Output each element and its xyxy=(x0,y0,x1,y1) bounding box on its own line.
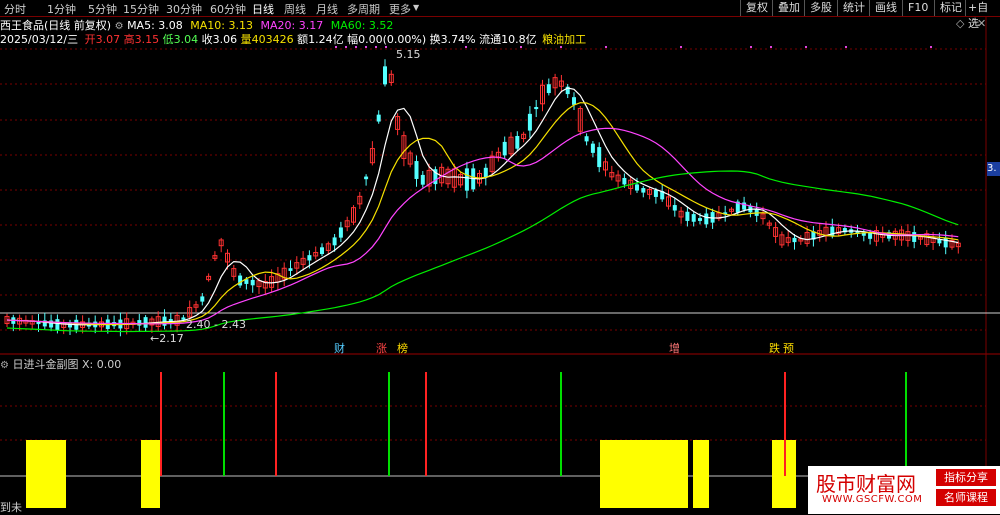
candle-down xyxy=(742,202,747,210)
ma20-line xyxy=(6,127,959,325)
event-dot xyxy=(355,46,357,48)
event-cai[interactable]: 财 xyxy=(334,340,345,356)
candle-down xyxy=(672,205,677,211)
candle-down xyxy=(338,227,343,238)
candle-down xyxy=(376,114,381,122)
candle-down xyxy=(698,218,702,221)
candle-down xyxy=(792,237,797,243)
logo-badge-indicator: 指标分享 xyxy=(936,469,996,486)
candle-down xyxy=(181,317,186,320)
event-dot xyxy=(770,46,772,48)
candle-down xyxy=(515,135,520,149)
candle-down xyxy=(288,268,293,271)
event-dot xyxy=(335,46,337,48)
min-price-label: ←2.17 xyxy=(150,332,184,345)
event-dot xyxy=(605,46,607,48)
logo-badge-course: 名师课程 xyxy=(936,489,996,506)
signal-block xyxy=(600,440,688,508)
sub-chart-header: ⚙ 日进斗金副图 X: 0.00 xyxy=(0,356,121,372)
event-bang[interactable]: 榜 xyxy=(397,340,408,356)
candles xyxy=(4,59,961,337)
event-zeng[interactable]: 增 xyxy=(669,340,680,356)
candle-down xyxy=(200,296,205,302)
candle-down xyxy=(420,174,425,185)
candle-down xyxy=(483,167,488,178)
event-dot xyxy=(520,46,522,48)
logo-text: 股市财富网 xyxy=(816,472,916,496)
candle-down xyxy=(143,317,148,328)
candle-down xyxy=(464,168,469,191)
event-dot xyxy=(385,46,387,48)
kline-chart[interactable]: 5.15 ←2.17 2.40 - 2.43 xyxy=(0,0,1000,514)
candle-down xyxy=(414,161,419,179)
event-dots xyxy=(335,46,932,48)
candle-down xyxy=(622,177,627,185)
candle-down xyxy=(162,316,167,326)
ma10-line xyxy=(6,102,959,326)
chart-grid xyxy=(0,17,1000,514)
price-axis-tag: 3. xyxy=(987,162,1000,176)
watermark-logo: 股市财富网 WWW.GSCFW.COM 指标分享 名师课程 xyxy=(808,466,1000,514)
candle-down xyxy=(635,184,639,191)
range-price-label: 2.40 - 2.43 xyxy=(186,318,246,331)
candle-down xyxy=(691,214,696,222)
candle-down xyxy=(534,107,539,110)
candle-down xyxy=(250,279,255,286)
event-dot xyxy=(375,46,377,48)
candle-down xyxy=(685,211,690,221)
candle-down xyxy=(597,147,602,168)
event-dot xyxy=(345,46,347,48)
candle-down xyxy=(704,213,709,225)
candle-down xyxy=(912,232,917,242)
candle-down xyxy=(55,319,60,331)
candle-down xyxy=(527,113,532,131)
candle-down xyxy=(137,320,142,326)
signal-block xyxy=(693,440,709,508)
event-dot xyxy=(560,46,562,48)
event-dot xyxy=(680,46,682,48)
event-dot xyxy=(465,46,467,48)
event-die[interactable]: 跌 xyxy=(769,340,780,356)
candle-down xyxy=(653,190,658,197)
sub-chart-title: 日进斗金副图 xyxy=(12,358,79,371)
candle-down xyxy=(332,237,337,246)
event-dot xyxy=(845,46,847,48)
event-zhang[interactable]: 涨 xyxy=(376,340,387,356)
event-dot xyxy=(365,46,367,48)
logo-url: WWW.GSCFW.COM xyxy=(822,494,923,505)
signal-block xyxy=(141,440,160,508)
ma5-line xyxy=(6,87,959,326)
candle-down xyxy=(584,136,589,142)
candle-down xyxy=(641,188,646,193)
candle-down xyxy=(383,66,387,85)
candle-down xyxy=(572,97,576,105)
signal-block xyxy=(26,440,66,508)
sub-settings-gear-icon[interactable]: ⚙ xyxy=(0,360,9,371)
candle-down xyxy=(307,255,312,261)
ma60-line xyxy=(6,170,959,333)
candle-down xyxy=(364,176,369,180)
candle-down xyxy=(320,247,324,255)
event-dot xyxy=(750,46,752,48)
candle-down xyxy=(590,143,595,153)
event-dot xyxy=(805,46,807,48)
candle-down xyxy=(502,141,507,156)
sub-chart-x-value: X: 0.00 xyxy=(81,358,122,371)
max-price-label: 5.15 xyxy=(396,48,421,61)
sub-chart-bottom-label: 到未 xyxy=(0,501,22,514)
event-yu[interactable]: 预 xyxy=(783,340,794,356)
candle-down xyxy=(546,84,551,94)
candle-down xyxy=(943,237,948,248)
event-dot xyxy=(930,46,932,48)
